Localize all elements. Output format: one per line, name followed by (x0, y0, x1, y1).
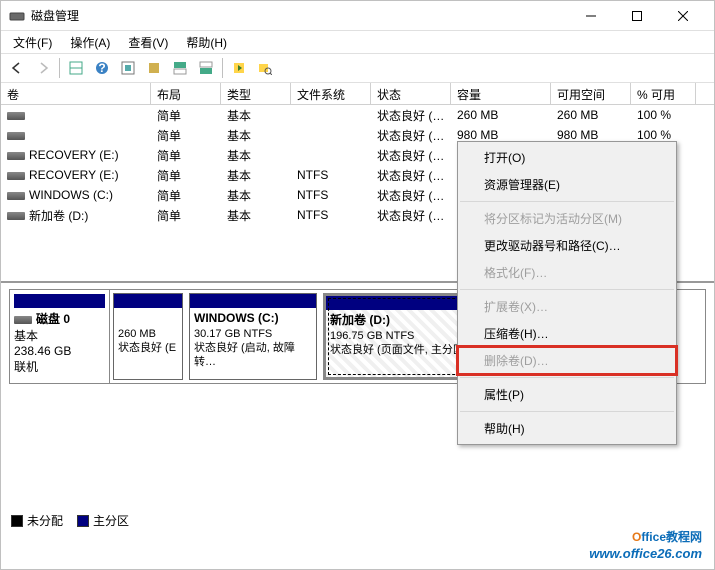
disk-type: 基本 (14, 327, 105, 344)
legend-unallocated: 未分配 (27, 512, 63, 529)
list-top-button[interactable] (168, 56, 192, 80)
watermark: Office教程网 www.office26.com (589, 525, 702, 561)
separator (460, 411, 674, 412)
separator (460, 289, 674, 290)
legend-primary: 主分区 (93, 512, 129, 529)
maximize-button[interactable] (614, 1, 660, 31)
col-type[interactable]: 类型 (221, 83, 291, 104)
view-panes-button[interactable] (64, 56, 88, 80)
ctx-delete-volume: 删除卷(D)… (458, 347, 676, 374)
separator (460, 377, 674, 378)
col-volume[interactable]: 卷 (1, 83, 151, 104)
col-capacity[interactable]: 容量 (451, 83, 551, 104)
volume-row[interactable]: 简单基本状态良好 (…260 MB260 MB100 % (1, 105, 714, 125)
col-status[interactable]: 状态 (371, 83, 451, 104)
legend-primary-icon (77, 515, 89, 527)
col-filesystem[interactable]: 文件系统 (291, 83, 371, 104)
watermark-text: ffice教程网 (641, 530, 702, 544)
separator (460, 201, 674, 202)
window-title: 磁盘管理 (31, 7, 568, 24)
ctx-extend: 扩展卷(X)… (458, 293, 676, 320)
list-bottom-button[interactable] (194, 56, 218, 80)
ctx-mark-active: 将分区标记为活动分区(M) (458, 205, 676, 232)
volume-list-header: 卷 布局 类型 文件系统 状态 容量 可用空间 % 可用 (1, 83, 714, 105)
menu-bar: 文件(F) 操作(A) 查看(V) 帮助(H) (1, 31, 714, 53)
ctx-format: 格式化(F)… (458, 259, 676, 286)
disk-label: 磁盘 0 (36, 312, 70, 326)
menu-view[interactable]: 查看(V) (120, 32, 176, 53)
back-button[interactable] (5, 56, 29, 80)
partition[interactable]: 260 MB状态良好 (E (113, 293, 183, 380)
close-button[interactable] (660, 1, 706, 31)
disk-state: 联机 (14, 358, 105, 375)
ctx-shrink[interactable]: 压缩卷(H)… (458, 320, 676, 347)
menu-help[interactable]: 帮助(H) (178, 32, 235, 53)
disk-info[interactable]: 磁盘 0 基本 238.46 GB 联机 (10, 290, 110, 383)
legend-unallocated-icon (11, 515, 23, 527)
refresh-button[interactable] (227, 56, 251, 80)
title-bar: 磁盘管理 (1, 1, 714, 31)
separator (59, 58, 60, 78)
col-percent[interactable]: % 可用 (631, 83, 696, 104)
partition[interactable]: WINDOWS (C:)30.17 GB NTFS状态良好 (启动, 故障转… (189, 293, 317, 380)
menu-action[interactable]: 操作(A) (62, 32, 118, 53)
context-menu: 打开(O) 资源管理器(E) 将分区标记为活动分区(M) 更改驱动器号和路径(C… (457, 141, 677, 445)
legend: 未分配 主分区 (11, 512, 129, 529)
minimize-button[interactable] (568, 1, 614, 31)
help-button[interactable]: ? (90, 56, 114, 80)
ctx-properties[interactable]: 属性(P) (458, 381, 676, 408)
disk-size: 238.46 GB (14, 344, 105, 358)
toolbar: ? (1, 53, 714, 83)
ctx-change-letter[interactable]: 更改驱动器号和路径(C)… (458, 232, 676, 259)
ctx-help[interactable]: 帮助(H) (458, 415, 676, 442)
watermark-url: www.office26.com (589, 546, 702, 561)
ctx-open[interactable]: 打开(O) (458, 144, 676, 171)
app-icon (9, 8, 25, 24)
svg-text:?: ? (98, 61, 105, 75)
watermark-o: O (632, 530, 641, 544)
separator (222, 58, 223, 78)
settings-button[interactable] (116, 56, 140, 80)
properties-button[interactable] (142, 56, 166, 80)
forward-button[interactable] (31, 56, 55, 80)
col-free[interactable]: 可用空间 (551, 83, 631, 104)
menu-file[interactable]: 文件(F) (5, 32, 60, 53)
col-layout[interactable]: 布局 (151, 83, 221, 104)
ctx-explorer[interactable]: 资源管理器(E) (458, 171, 676, 198)
rescan-button[interactable] (253, 56, 277, 80)
